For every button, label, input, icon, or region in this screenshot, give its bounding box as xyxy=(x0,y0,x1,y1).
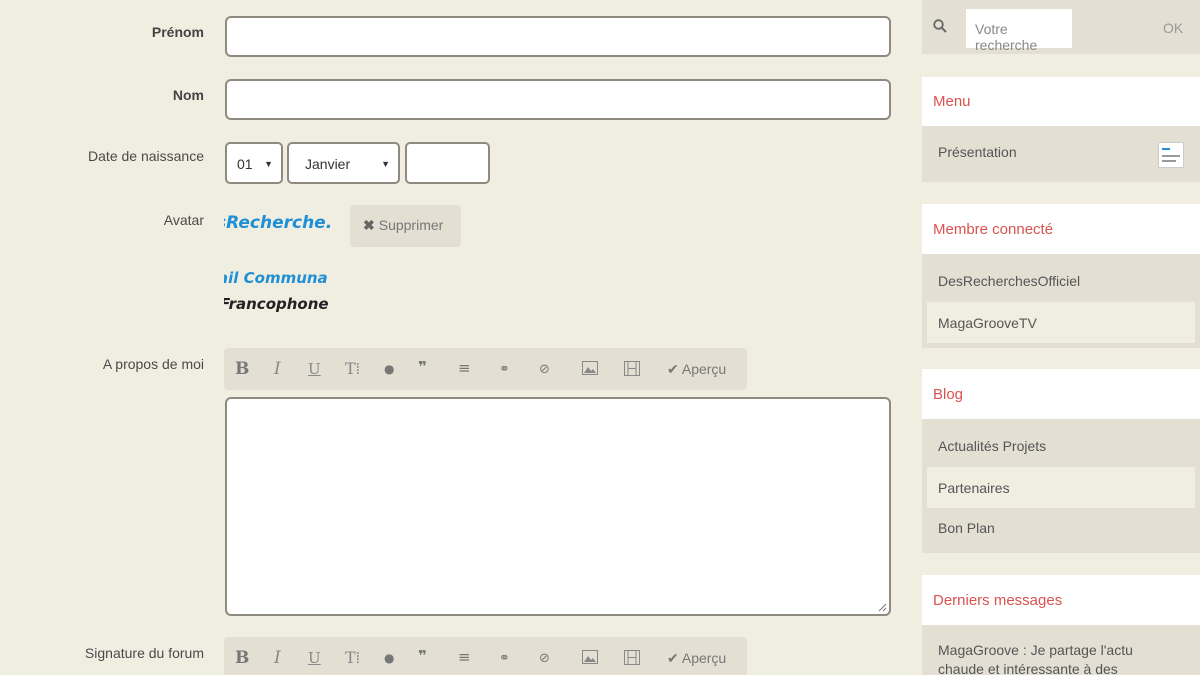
last-messages-title: Derniers messages xyxy=(922,575,1200,625)
lastname-label: Nom xyxy=(172,87,204,103)
text-size-icon[interactable]: T⁞ xyxy=(345,648,360,668)
search-input[interactable]: Votre recherche xyxy=(966,9,1072,53)
blog-item[interactable]: Partenaires xyxy=(927,467,1195,508)
image-icon[interactable] xyxy=(582,650,598,664)
check-icon: ✔ xyxy=(667,361,679,377)
quote-icon[interactable]: ❞ xyxy=(418,358,427,376)
italic-icon[interactable]: I xyxy=(274,359,281,379)
link-icon[interactable]: ⚭ xyxy=(499,362,510,377)
about-label: A propos de moi xyxy=(102,356,204,372)
preview-button[interactable]: ✔ Aperçu xyxy=(667,361,726,378)
link-icon[interactable]: ⚭ xyxy=(499,651,510,666)
menu-item-presentation[interactable]: Présentation xyxy=(927,144,1195,160)
resize-grip-icon[interactable] xyxy=(878,603,887,612)
about-toolbar: B I U T⁞ ● ❞ ≡ ⚭ ⊘ ✔ Aperçu xyxy=(224,348,747,390)
lastname-input[interactable] xyxy=(225,79,891,120)
last-message-item[interactable]: MagaGroove : Je partage l'actu chaude et… xyxy=(927,641,1195,675)
blog-item[interactable]: Bon Plan xyxy=(927,508,1195,549)
search-icon xyxy=(933,19,947,33)
about-textarea[interactable] xyxy=(225,397,891,616)
avatar-line-1: sRecherche. xyxy=(224,213,333,233)
avatar-image: sRecherche. ail Communa Francophone xyxy=(224,211,350,321)
bold-icon[interactable]: B xyxy=(235,359,249,379)
check-icon: ✔ xyxy=(667,650,679,666)
blog-item[interactable]: Actualités Projets xyxy=(927,425,1195,466)
align-center-icon[interactable]: ≡ xyxy=(458,648,471,666)
presentation-thumbnail xyxy=(1158,142,1184,168)
search-bar: Votre recherche OK xyxy=(922,0,1200,54)
preview-label: Aperçu xyxy=(681,361,727,377)
day-select-value: 01 xyxy=(237,156,253,172)
year-input[interactable] xyxy=(405,142,490,184)
firstname-label: Prénom xyxy=(151,24,204,40)
color-drop-icon[interactable]: ● xyxy=(384,362,394,376)
blog-title: Blog xyxy=(922,369,1200,419)
last-messages-panel: MagaGroove : Je partage l'actu chaude et… xyxy=(922,625,1200,675)
video-icon[interactable] xyxy=(624,361,640,376)
member-panel: DesRecherchesOfficiel MagaGrooveTV xyxy=(922,254,1200,348)
birthdate-label: Date de naissance xyxy=(88,148,204,164)
blog-panel: Actualités Projets Partenaires Bon Plan xyxy=(922,419,1200,553)
align-center-icon[interactable]: ≡ xyxy=(458,359,471,377)
avatar-line-2: ail Communa xyxy=(224,269,328,287)
month-select[interactable]: Janvier ▼ xyxy=(287,142,400,184)
preview-button[interactable]: ✔ Aperçu xyxy=(667,650,726,667)
underline-icon[interactable]: U xyxy=(308,360,321,378)
delete-avatar-label: Supprimer xyxy=(378,217,444,233)
signature-toolbar: B I U T⁞ ● ❞ ≡ ⚭ ⊘ ✔ Aperçu xyxy=(224,637,747,675)
chevron-down-icon: ▼ xyxy=(381,159,390,169)
color-drop-icon[interactable]: ● xyxy=(384,651,394,665)
chevron-down-icon: ▼ xyxy=(264,159,273,169)
firstname-input[interactable] xyxy=(225,16,891,57)
bold-icon[interactable]: B xyxy=(235,648,249,668)
search-ok-button[interactable]: OK xyxy=(1163,20,1183,36)
video-icon[interactable] xyxy=(624,650,640,665)
menu-title: Menu xyxy=(922,77,1200,126)
avatar-line-3: Francophone xyxy=(224,295,329,313)
member-item[interactable]: MagaGrooveTV xyxy=(927,302,1195,343)
quote-icon[interactable]: ❞ xyxy=(418,647,427,665)
underline-icon[interactable]: U xyxy=(308,649,321,667)
month-select-value: Janvier xyxy=(305,156,351,172)
spoiler-icon[interactable]: ⊘ xyxy=(539,651,550,666)
close-icon: ✖ xyxy=(363,217,375,233)
member-item[interactable]: DesRecherchesOfficiel xyxy=(927,260,1195,301)
signature-label: Signature du forum xyxy=(84,645,204,661)
member-title: Membre connecté xyxy=(922,204,1200,254)
text-size-icon[interactable]: T⁞ xyxy=(345,359,360,379)
spoiler-icon[interactable]: ⊘ xyxy=(539,362,550,377)
day-select[interactable]: 01 ▼ xyxy=(225,142,283,184)
delete-avatar-button[interactable]: ✖ Supprimer xyxy=(350,205,461,247)
image-icon[interactable] xyxy=(582,361,598,375)
preview-label: Aperçu xyxy=(681,650,727,666)
avatar-label: Avatar xyxy=(163,212,204,228)
italic-icon[interactable]: I xyxy=(274,648,281,668)
